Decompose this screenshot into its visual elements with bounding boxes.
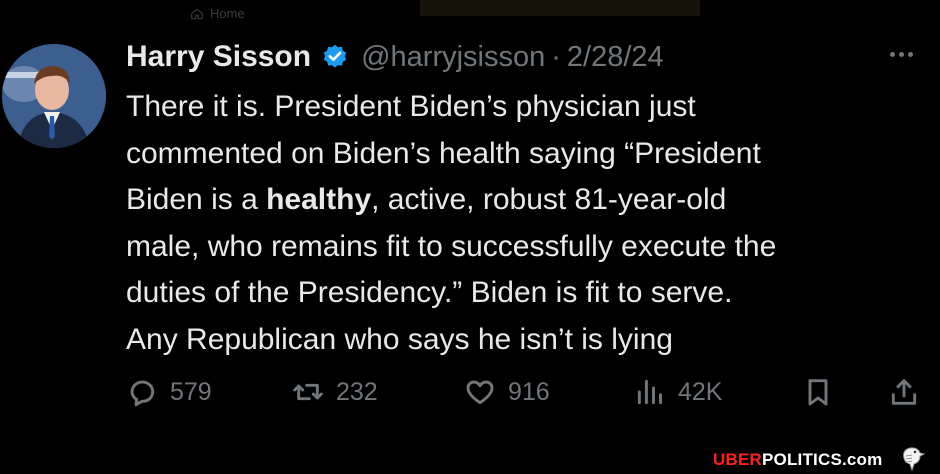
tweet-text-line: Biden is a healthy, active, robust 81-ye… (126, 177, 926, 224)
avatar-photo (2, 44, 106, 148)
reply-icon (130, 380, 155, 407)
like-icon (466, 380, 494, 405)
home-nav-item[interactable]: Home (190, 6, 245, 21)
views-button[interactable]: 42K (634, 376, 722, 408)
share-button[interactable] (888, 376, 920, 408)
bookmark-icon (808, 379, 828, 406)
bookmark-button[interactable] (802, 376, 834, 408)
separator-dot: · (551, 40, 561, 73)
tweet-date[interactable]: 2/28/24 (567, 41, 664, 74)
more-icon[interactable] (890, 44, 926, 64)
avatar[interactable] (2, 44, 106, 148)
views-icon (637, 379, 662, 405)
tweet-text-line: Any Republican who says he isn’t is lyin… (126, 322, 673, 356)
tweet-text-line: commented on Biden’s health saying “Pres… (126, 136, 761, 170)
home-icon (191, 8, 203, 19)
verified-badge-icon (323, 44, 347, 68)
repost-icon (293, 383, 323, 401)
tweet-text-line: There it is. President Biden’s physician… (126, 90, 696, 123)
tweet-text-bold: healthy (266, 183, 372, 216)
watermark-bar: UBERPOLITICS.com (0, 442, 940, 474)
reply-count: 579 (170, 377, 212, 406)
share-icon (891, 379, 917, 405)
like-count: 916 (508, 377, 550, 406)
tweet-card: Harry Sisson @harryjsisson · 2/28/24 The… (0, 22, 940, 442)
watermark-brand-white: POLITICS.com (761, 450, 883, 469)
author-handle[interactable]: @harryjsisson (361, 41, 545, 74)
background-image (420, 0, 700, 16)
eagle-logo-icon (903, 447, 926, 472)
tweet-text-fragment: , active, robust 81-year-old (371, 183, 727, 216)
reply-button[interactable]: 579 (126, 376, 212, 408)
repost-count: 232 (336, 377, 378, 406)
background-strip: Home (0, 0, 940, 22)
views-count: 42K (678, 377, 723, 406)
tweet-header: Harry Sisson @harryjsisson · 2/28/24 (126, 40, 664, 74)
tweet-text-line: duties of the Presidency.” Biden is fit … (126, 276, 733, 309)
tweet-text: There it is. President Biden’s physician… (126, 84, 926, 363)
like-button[interactable]: 916 (464, 376, 550, 408)
home-label: Home (210, 6, 245, 21)
watermark-text: UBERPOLITICS.com (713, 450, 882, 470)
action-bar: 579 232 916 42K (126, 376, 926, 420)
author-name[interactable]: Harry Sisson (126, 40, 311, 74)
watermark-brand-red: UBER (713, 450, 762, 469)
tweet-text-line: male, who remains fit to successfully ex… (126, 229, 777, 263)
repost-button[interactable]: 232 (292, 376, 378, 408)
tweet-text-fragment: Biden is a (126, 183, 267, 216)
